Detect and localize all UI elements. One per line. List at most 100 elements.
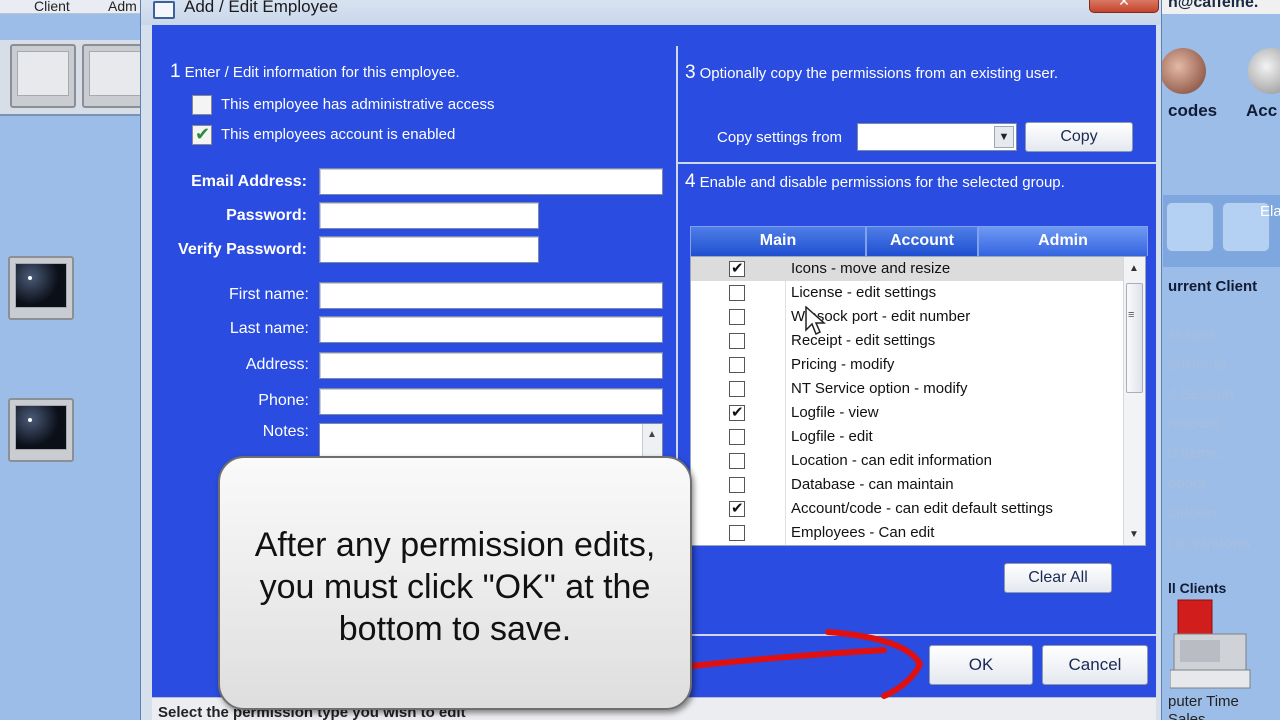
- permission-checkbox[interactable]: [729, 357, 745, 373]
- background-left-panel: [0, 14, 150, 720]
- permission-list: Icons - move and resize License - edit s…: [690, 256, 1146, 546]
- admin-access-checkbox[interactable]: [192, 95, 212, 115]
- account-enabled-checkbox[interactable]: [192, 124, 212, 145]
- current-client-item[interactable]: t to windows: [1168, 535, 1251, 552]
- section-3-text: Optionally copy the permissions from an …: [699, 65, 1059, 82]
- close-button[interactable]: ✕: [1089, 0, 1159, 13]
- permission-checkbox[interactable]: [729, 381, 745, 397]
- chevron-down-icon[interactable]: ▼: [994, 126, 1014, 148]
- copy-from-label: Copy settings from: [717, 129, 843, 146]
- notes-label: Notes:: [262, 423, 309, 440]
- current-client-item[interactable]: nlocked: [1168, 415, 1220, 432]
- cancel-button[interactable]: Cancel: [1042, 645, 1148, 685]
- client-monitor-icon[interactable]: [8, 398, 74, 462]
- instruction-callout: After any permission edits, you must cli…: [218, 456, 692, 710]
- section-4-number: 4: [685, 171, 696, 192]
- permission-checkbox[interactable]: [729, 453, 745, 469]
- first-name-label: First name:: [228, 286, 309, 303]
- permission-checkbox[interactable]: [729, 429, 745, 445]
- permission-checkbox[interactable]: [729, 259, 745, 277]
- current-client-item[interactable]: d Session: [1168, 386, 1234, 403]
- permission-checkbox[interactable]: [729, 403, 745, 421]
- all-clients-list: puter Time Sales: [1168, 693, 1239, 720]
- password-field[interactable]: [319, 202, 539, 229]
- permission-checkbox[interactable]: [729, 309, 745, 325]
- list-item[interactable]: Location - can edit information: [691, 449, 1123, 473]
- list-item[interactable]: Logfile - view: [691, 401, 1123, 425]
- permission-label: Icons - move and resize: [791, 260, 951, 277]
- section-divider: [678, 162, 1156, 164]
- menu-admin[interactable]: Adm: [108, 0, 137, 14]
- permission-list-scrollbar[interactable]: ▲ ≡ ▼: [1123, 257, 1145, 545]
- codes-tool-label: codes: [1168, 101, 1218, 120]
- accounts-tool-label: Acc: [1246, 101, 1278, 120]
- list-item[interactable]: Logfile - edit: [691, 425, 1123, 449]
- phone-field[interactable]: [319, 388, 663, 415]
- address-field[interactable]: [319, 352, 663, 379]
- permission-checkbox[interactable]: [729, 525, 745, 541]
- list-item[interactable]: Icons - move and resize: [691, 257, 1123, 281]
- tab-admin[interactable]: Admin: [978, 226, 1148, 256]
- list-item[interactable]: Pricing - modify: [691, 353, 1123, 377]
- list-item[interactable]: Receipt - edit settings: [691, 329, 1123, 353]
- permission-checkbox[interactable]: [729, 285, 745, 301]
- permission-tabs: Main Account Admin: [690, 226, 1148, 256]
- list-item[interactable]: Winsock port - edit number: [691, 305, 1123, 329]
- account-enabled-label: This employees account is enabled: [221, 126, 456, 143]
- mouse-cursor-icon: [805, 306, 826, 336]
- verify-password-field[interactable]: [319, 236, 539, 263]
- scroll-up-icon[interactable]: ▲: [647, 429, 657, 440]
- tab-main[interactable]: Main: [690, 226, 866, 256]
- client-monitor-icon[interactable]: [10, 44, 76, 108]
- user-email: n@caffeine.: [1168, 0, 1259, 11]
- list-item[interactable]: Employees - Can edit: [691, 521, 1123, 545]
- list-item[interactable]: License - edit settings: [691, 281, 1123, 305]
- background-pill-button[interactable]: [1166, 202, 1214, 252]
- section-4-heading: 4 Enable and disable permissions for the …: [685, 171, 1065, 193]
- permission-checkbox[interactable]: [729, 477, 745, 493]
- last-name-field[interactable]: [319, 316, 663, 343]
- callout-text: After any permission edits, you must cli…: [254, 526, 656, 648]
- client-monitor-icon[interactable]: [82, 44, 148, 108]
- close-icon: ✕: [1118, 0, 1130, 9]
- ok-button[interactable]: OK: [929, 645, 1033, 685]
- permission-label: Account/code - can edit default settings: [791, 500, 1053, 517]
- section-1-heading: 1 Enter / Edit information for this emplo…: [170, 61, 460, 83]
- copy-button[interactable]: Copy: [1025, 122, 1133, 152]
- current-client-item[interactable]: ssages: [1168, 326, 1216, 343]
- permission-checkbox[interactable]: [729, 333, 745, 349]
- permission-label: Pricing - modify: [791, 356, 895, 373]
- cash-register-icon[interactable]: [1170, 598, 1252, 690]
- all-clients-item[interactable]: Sales: [1168, 711, 1239, 720]
- dialog-titlebar[interactable]: Add / Edit Employee ✕: [141, 0, 1161, 25]
- list-item[interactable]: Database - can maintain: [691, 473, 1123, 497]
- current-client-item[interactable]: ansfer to...: [1168, 356, 1239, 373]
- scrollbar-thumb[interactable]: [1126, 283, 1143, 393]
- scroll-up-icon[interactable]: ▲: [1129, 263, 1139, 274]
- copy-from-select[interactable]: ▼: [857, 123, 1017, 151]
- current-client-item[interactable]: d Items...: [1168, 445, 1230, 462]
- all-clients-item[interactable]: puter Time: [1168, 693, 1239, 711]
- current-client-item[interactable]: eboot: [1168, 475, 1206, 492]
- scroll-down-icon[interactable]: ▼: [1129, 529, 1139, 540]
- tab-account[interactable]: Account: [866, 226, 978, 256]
- codes-tool-icon[interactable]: [1160, 48, 1206, 94]
- current-client-item[interactable]: utdown: [1168, 505, 1216, 522]
- window-app-icon: [153, 1, 175, 19]
- background-pill-label: Ela: [1260, 203, 1280, 220]
- email-label: Email Address:: [191, 173, 307, 190]
- permission-checkbox[interactable]: [729, 499, 745, 517]
- list-item[interactable]: Account/code - can edit default settings: [691, 497, 1123, 521]
- admin-access-label: This employee has administrative access: [221, 96, 495, 113]
- section-1-number: 1: [170, 61, 181, 82]
- dialog-title: Add / Edit Employee: [184, 0, 339, 16]
- last-name-label: Last name:: [229, 320, 309, 337]
- menu-client[interactable]: Client: [34, 0, 70, 14]
- verify-password-label: Verify Password:: [178, 241, 307, 258]
- list-item[interactable]: NT Service option - modify: [691, 377, 1123, 401]
- password-label: Password:: [226, 207, 307, 224]
- first-name-field[interactable]: [319, 282, 663, 309]
- email-field[interactable]: [319, 168, 663, 195]
- client-monitor-icon[interactable]: [8, 256, 74, 320]
- clear-all-button[interactable]: Clear All: [1004, 563, 1112, 593]
